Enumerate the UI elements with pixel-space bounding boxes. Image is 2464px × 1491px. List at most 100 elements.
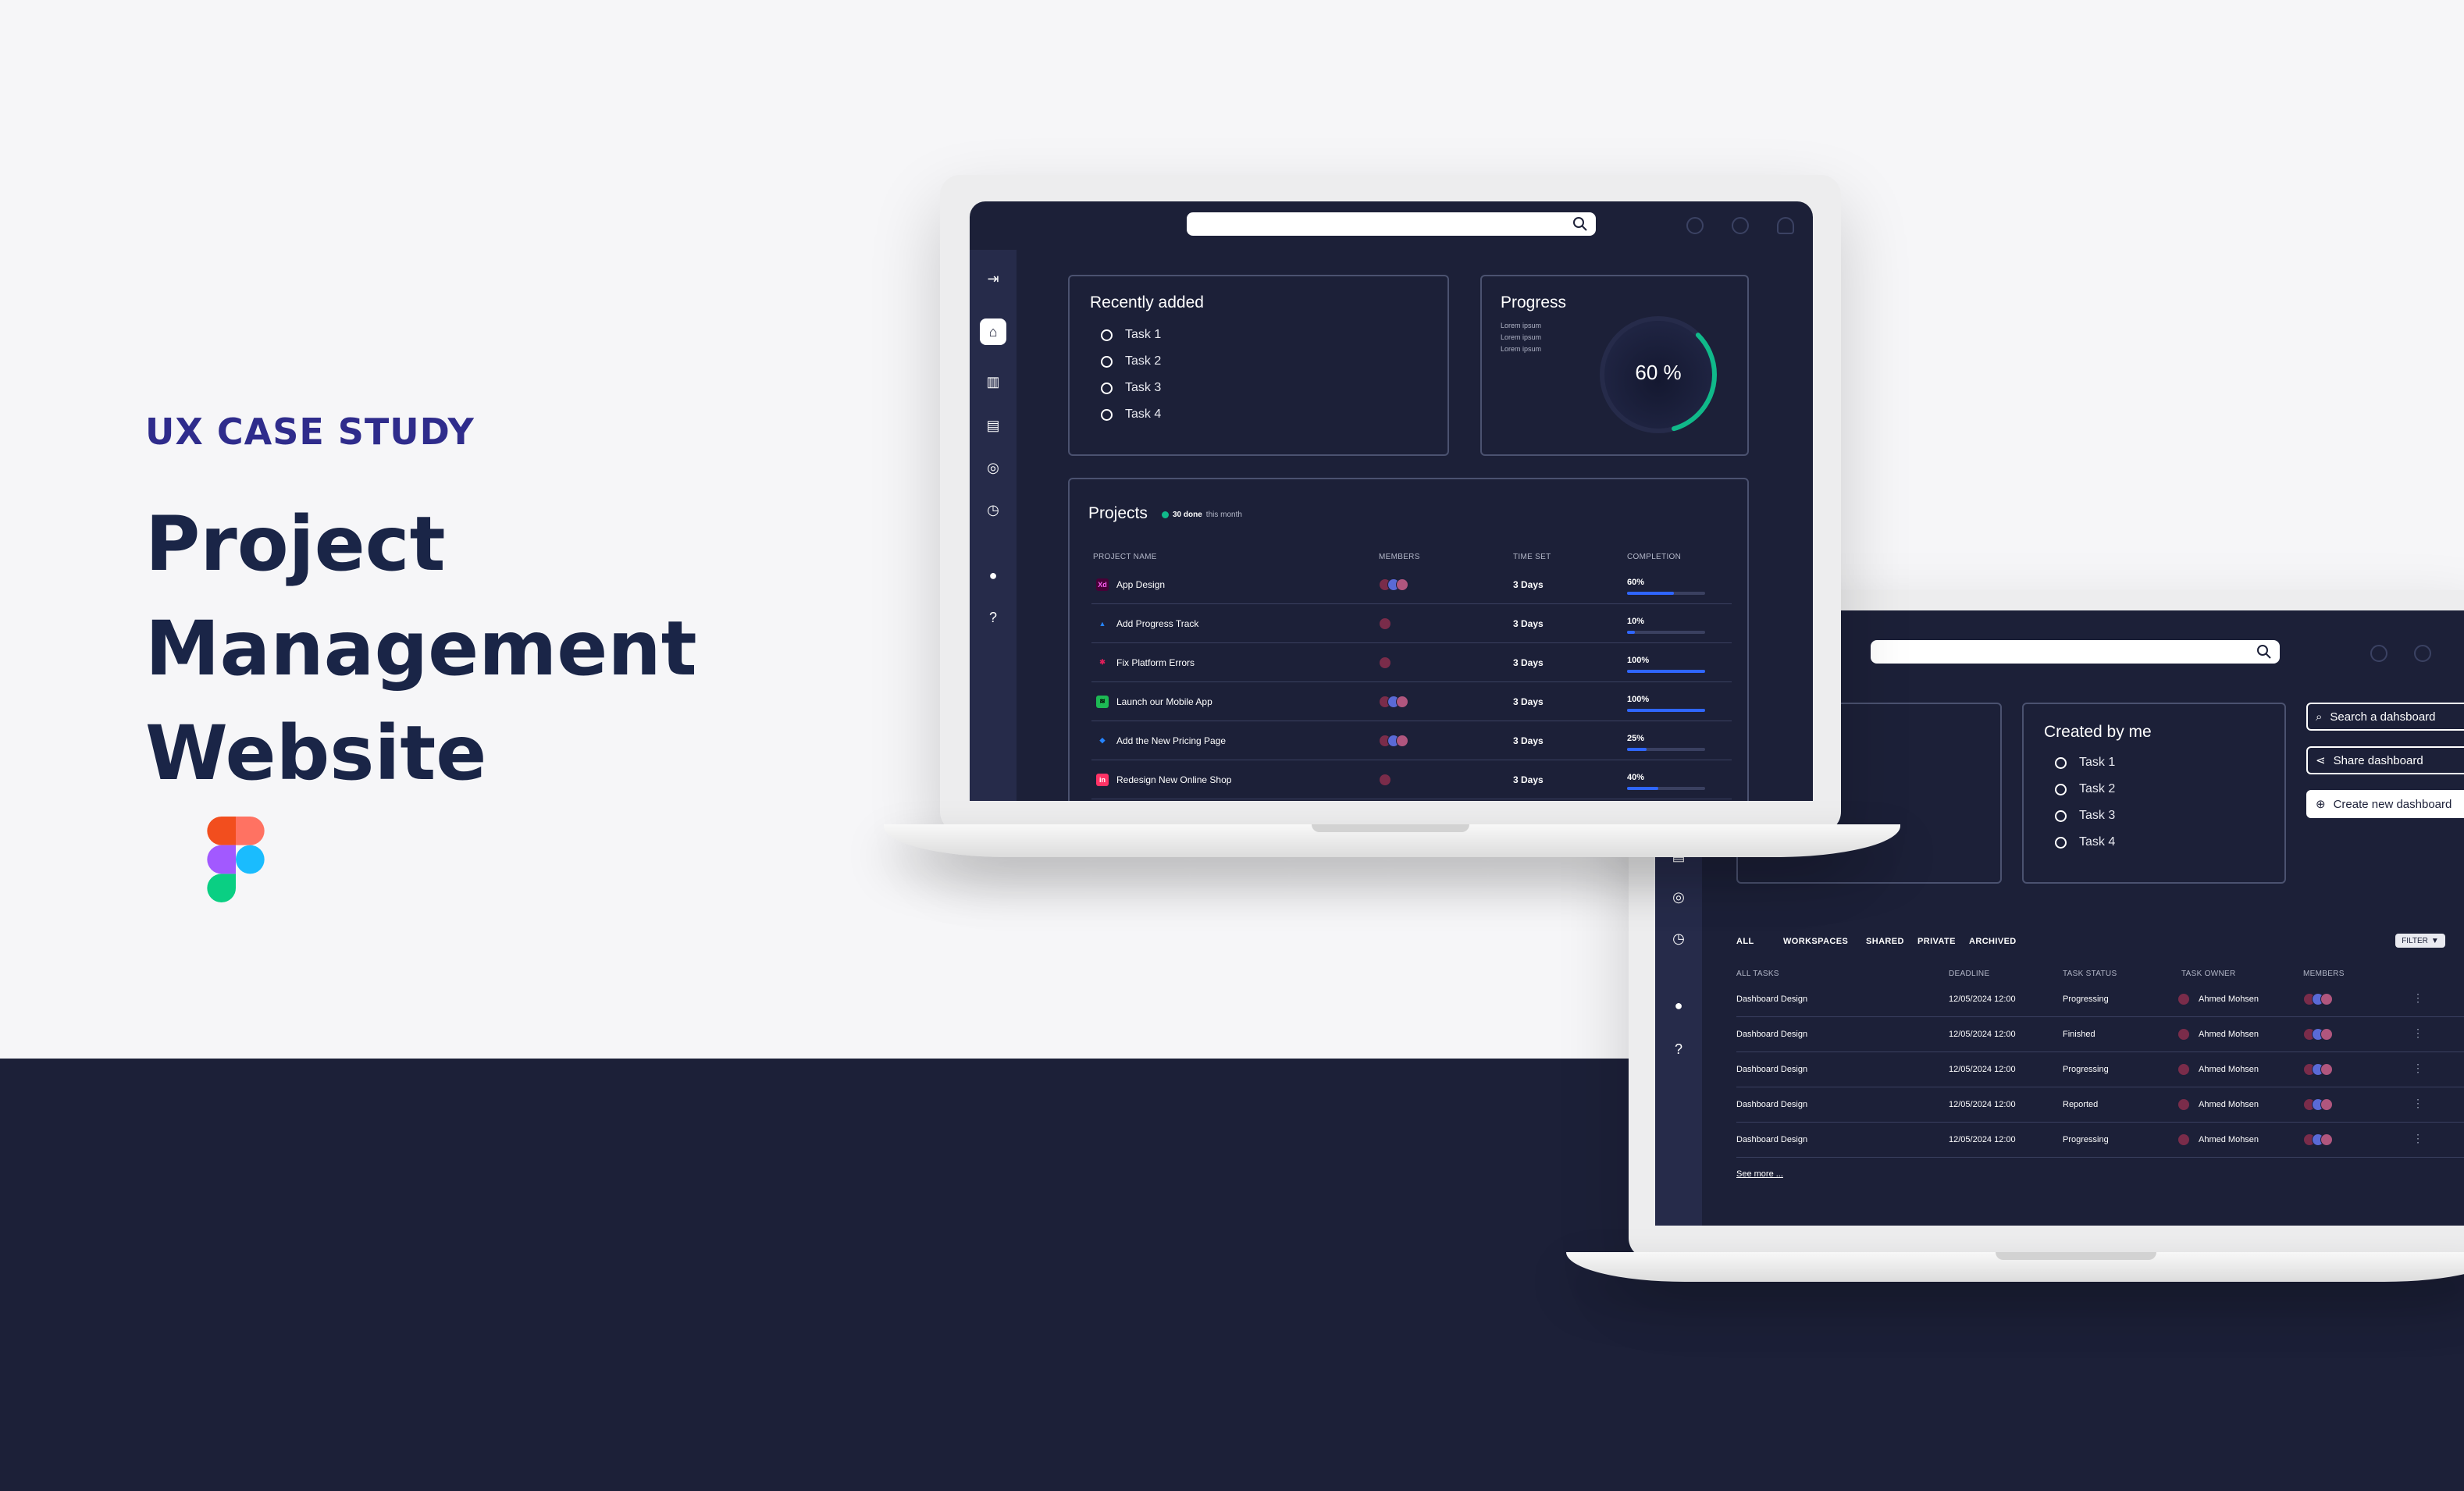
create-dashboard-button[interactable]: ⊕ Create new dashboard: [2306, 790, 2464, 818]
task-item[interactable]: Task 3: [1101, 381, 1161, 395]
radio-button[interactable]: [1101, 355, 1113, 368]
bell-icon[interactable]: [1777, 217, 1794, 234]
radio-button[interactable]: [2055, 810, 2067, 822]
see-more-link[interactable]: See more ...: [1736, 1169, 1783, 1179]
project-row[interactable]: ≋ Launch our Mobile App 3 Days 100%: [1091, 682, 1732, 721]
project-row[interactable]: ✱ Fix Platform Errors 3 Days 100%: [1091, 643, 1732, 682]
created-by-me-card: Created by me Task 1 Task 2 Task 3 Task 4: [2022, 703, 2286, 884]
search-dashboard-button[interactable]: ⌕ Search a dahsboard: [2306, 703, 2464, 731]
laptop-1-notch: [1312, 824, 1469, 832]
time-set: 3 Days: [1513, 696, 1544, 707]
progress-value: 60 %: [1635, 361, 1682, 384]
task-owner: Ahmed Mohsen: [2199, 995, 2259, 1004]
avatar: [2320, 1028, 2333, 1041]
user-icon[interactable]: ●: [980, 562, 1006, 589]
project-name: App Design: [1116, 578, 1166, 590]
home-icon[interactable]: ⌂: [980, 318, 1006, 345]
add-circle-icon[interactable]: [2370, 645, 2387, 662]
tab-workspaces[interactable]: WORKSPACES: [1783, 937, 1848, 946]
column-header: DEADLINE: [1949, 970, 1990, 978]
target-icon[interactable]: ◎: [980, 454, 1006, 481]
project-name: Add Progress Track: [1116, 617, 1199, 629]
radio-button[interactable]: [1101, 408, 1113, 421]
task-status: Reported: [2063, 1100, 2099, 1109]
project-row[interactable]: Xd App Design 3 Days 60%: [1091, 565, 1732, 604]
radio-button[interactable]: [2055, 836, 2067, 849]
tab-shared[interactable]: SHARED: [1866, 937, 1904, 946]
project-row[interactable]: ▲ Add Progress Track 3 Days 10%: [1091, 604, 1732, 643]
task-item[interactable]: Task 2: [2055, 782, 2115, 796]
task-table-row[interactable]: Dashboard Design 12/05/2024 12:00 Progress…: [1736, 1052, 2464, 1087]
search-input[interactable]: [1195, 212, 1543, 236]
task-item[interactable]: Task 1: [1101, 328, 1161, 342]
avatar: [2320, 993, 2333, 1005]
task-status: Finished: [2063, 1030, 2095, 1039]
more-options-icon[interactable]: ⋮: [2412, 1062, 2423, 1075]
filter-button[interactable]: FILTER ▼: [2395, 934, 2445, 948]
radio-button[interactable]: [1101, 382, 1113, 394]
time-set: 3 Days: [1513, 657, 1544, 668]
created-by-me-title: Created by me: [2044, 723, 2152, 741]
radio-button[interactable]: [2055, 783, 2067, 795]
avatar: [1396, 695, 1408, 708]
project-row[interactable]: in Redesign New Online Shop 3 Days 40%: [1091, 760, 1732, 799]
members-avatars: [1379, 578, 1408, 591]
task-owner: Ahmed Mohsen: [2199, 1030, 2259, 1039]
task-item[interactable]: Task 1: [2055, 756, 2115, 770]
radio-button[interactable]: [2055, 756, 2067, 769]
members-avatars: [1379, 617, 1391, 630]
task-table-row[interactable]: Dashboard Design 12/05/2024 12:00 Progress…: [1736, 1123, 2464, 1158]
project-name: Fix Platform Errors: [1116, 657, 1195, 668]
collapse-sidebar-icon[interactable]: ⇥: [980, 265, 1006, 292]
share-dashboard-button[interactable]: ⋖ Share dashboard: [2306, 746, 2464, 774]
help-icon[interactable]: ?: [1665, 1036, 1692, 1062]
task-item[interactable]: Task 3: [2055, 809, 2115, 823]
projects-card: Projects 30 done this month PROJECT NAME…: [1068, 478, 1749, 801]
tab-private[interactable]: PRIVATE: [1917, 937, 1956, 946]
timer-icon[interactable]: ◷: [1665, 925, 1692, 952]
target-icon[interactable]: ◎: [1665, 884, 1692, 910]
avatar: [2320, 1133, 2333, 1146]
radio-button[interactable]: [1101, 329, 1113, 341]
search-bar[interactable]: [1187, 212, 1596, 236]
laptop-2-search-bar[interactable]: [1871, 640, 2280, 664]
owner-avatar: [2177, 1098, 2190, 1111]
info-icon[interactable]: [2414, 645, 2431, 662]
user-icon[interactable]: ●: [1665, 992, 1692, 1019]
task-item[interactable]: Task 4: [2055, 835, 2115, 849]
info-icon[interactable]: [1732, 217, 1749, 234]
task-table-row[interactable]: Dashboard Design 12/05/2024 12:00 Reported…: [1736, 1087, 2464, 1123]
add-circle-icon[interactable]: [1686, 217, 1704, 234]
column-header: MEMBERS: [2303, 970, 2345, 978]
members-avatars: [2303, 1098, 2333, 1111]
project-row[interactable]: ◆ Add the New Pricing Page 3 Days 25%: [1091, 721, 1732, 760]
tab-all[interactable]: ALL: [1736, 937, 1754, 946]
members-avatars: [2303, 1028, 2333, 1041]
task-table-row[interactable]: Dashboard Design 12/05/2024 12:00 Finished…: [1736, 1017, 2464, 1052]
column-header: ALL TASKS: [1736, 970, 1779, 978]
help-icon[interactable]: ?: [980, 604, 1006, 631]
more-options-icon[interactable]: ⋮: [2412, 1132, 2423, 1145]
time-set: 3 Days: [1513, 617, 1544, 629]
filter-label: FILTER: [2402, 936, 2428, 945]
task-status: Progressing: [2063, 995, 2109, 1004]
chart-icon[interactable]: ▥: [980, 368, 1006, 395]
completion-bar: [1627, 709, 1705, 712]
members-avatars: [1379, 695, 1408, 708]
search-icon[interactable]: [2256, 644, 2272, 660]
task-item[interactable]: Task 4: [1101, 407, 1161, 422]
legend-item: Lorem ipsum: [1501, 322, 1542, 329]
task-label: Task 3: [2079, 809, 2116, 822]
more-options-icon[interactable]: ⋮: [2412, 1027, 2423, 1040]
file-icon[interactable]: ▤: [980, 412, 1006, 439]
task-table-row[interactable]: Dashboard Design 12/05/2024 12:00 Progress…: [1736, 982, 2464, 1017]
timer-icon[interactable]: ◷: [980, 496, 1006, 523]
time-set: 3 Days: [1513, 735, 1544, 746]
more-options-icon[interactable]: ⋮: [2412, 1097, 2423, 1110]
search-icon[interactable]: [1572, 216, 1588, 232]
laptop-2-notch: [1996, 1252, 2156, 1260]
more-options-icon[interactable]: ⋮: [2412, 991, 2423, 1005]
tab-archived[interactable]: ARCHIVED: [1969, 937, 2017, 946]
task-item[interactable]: Task 2: [1101, 354, 1161, 368]
completion-value: 100%: [1627, 695, 1650, 704]
